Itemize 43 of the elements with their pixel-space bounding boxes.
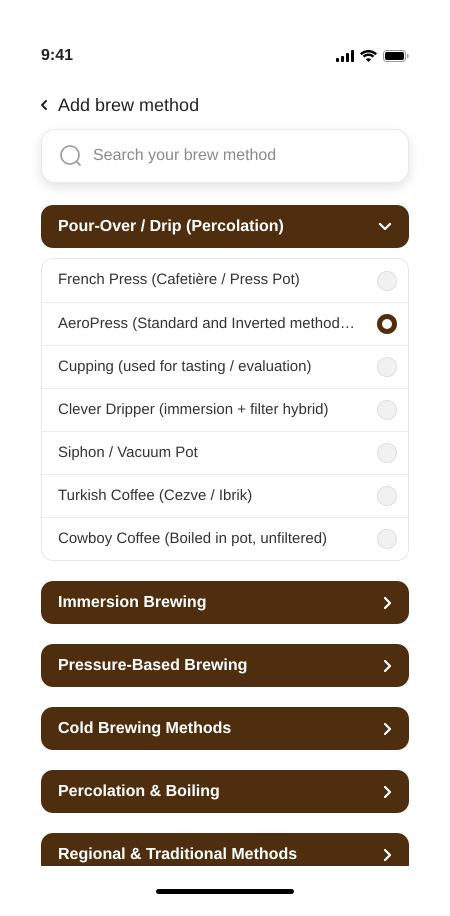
search-icon [59,144,83,168]
category-header[interactable]: Immersion Brewing [41,581,409,624]
option-row[interactable]: AeroPress (Standard and Inverted method… [42,302,408,345]
chevron-down-icon [378,222,392,231]
option-label: Clever Dripper (immersion + filter hybrid) [58,400,328,420]
signal-icon [336,50,354,62]
radio-unselected[interactable] [377,400,397,420]
category-header[interactable]: Percolation & Boiling [41,770,409,813]
chevron-right-icon [383,658,392,672]
category-header[interactable]: Pour-Over / Drip (Percolation) [41,205,409,248]
option-row[interactable]: Turkish Coffee (Cezve / Ibrik) [42,474,408,517]
chevron-right-icon [383,722,392,736]
option-row[interactable]: French Press (Cafetière / Press Pot) [42,259,408,302]
chevron-right-icon [383,848,392,862]
radio-unselected[interactable] [377,486,397,506]
option-row[interactable]: Siphon / Vacuum Pot [42,431,408,474]
option-row[interactable]: Clever Dripper (immersion + filter hybrid) [42,388,408,431]
back-icon [40,99,48,111]
back-button[interactable] [40,99,48,111]
option-label: AeroPress (Standard and Inverted method… [58,314,355,334]
option-label: Turkish Coffee (Cezve / Ibrik) [58,486,252,506]
battery-icon [383,50,409,62]
chevron-right-icon [383,784,392,798]
option-label: Cowboy Coffee (Boiled in pot, unfiltered) [58,528,328,549]
option-label: French Press (Cafetière / Press Pot) [58,270,300,290]
category-header[interactable]: Cold Brewing Methods [41,707,409,750]
category-header[interactable]: Regional & Traditional Methods [41,833,409,866]
status-time: 9:41 [41,46,74,66]
search-bar[interactable]: Search your brew method [41,129,409,183]
option-row[interactable]: Cupping (used for tasting / evaluation) [42,345,408,388]
page-title: Add brew method [58,94,200,116]
radio-unselected[interactable] [377,270,397,290]
radio-unselected[interactable] [377,357,397,377]
option-row[interactable]: Cowboy Coffee (Boiled in pot, unfiltered) [42,517,408,560]
wifi-icon [360,50,377,62]
chevron-right-icon [383,596,392,610]
category-header[interactable]: Pressure-Based Brewing [41,644,409,687]
radio-selected[interactable] [377,314,397,334]
radio-unselected[interactable] [377,443,397,463]
search-field[interactable]: Search your brew method [93,144,391,168]
option-label: Siphon / Vacuum Pot [58,442,198,463]
option-label: Cupping (used for tasting / evaluation) [58,356,312,377]
radio-unselected[interactable] [377,529,397,549]
